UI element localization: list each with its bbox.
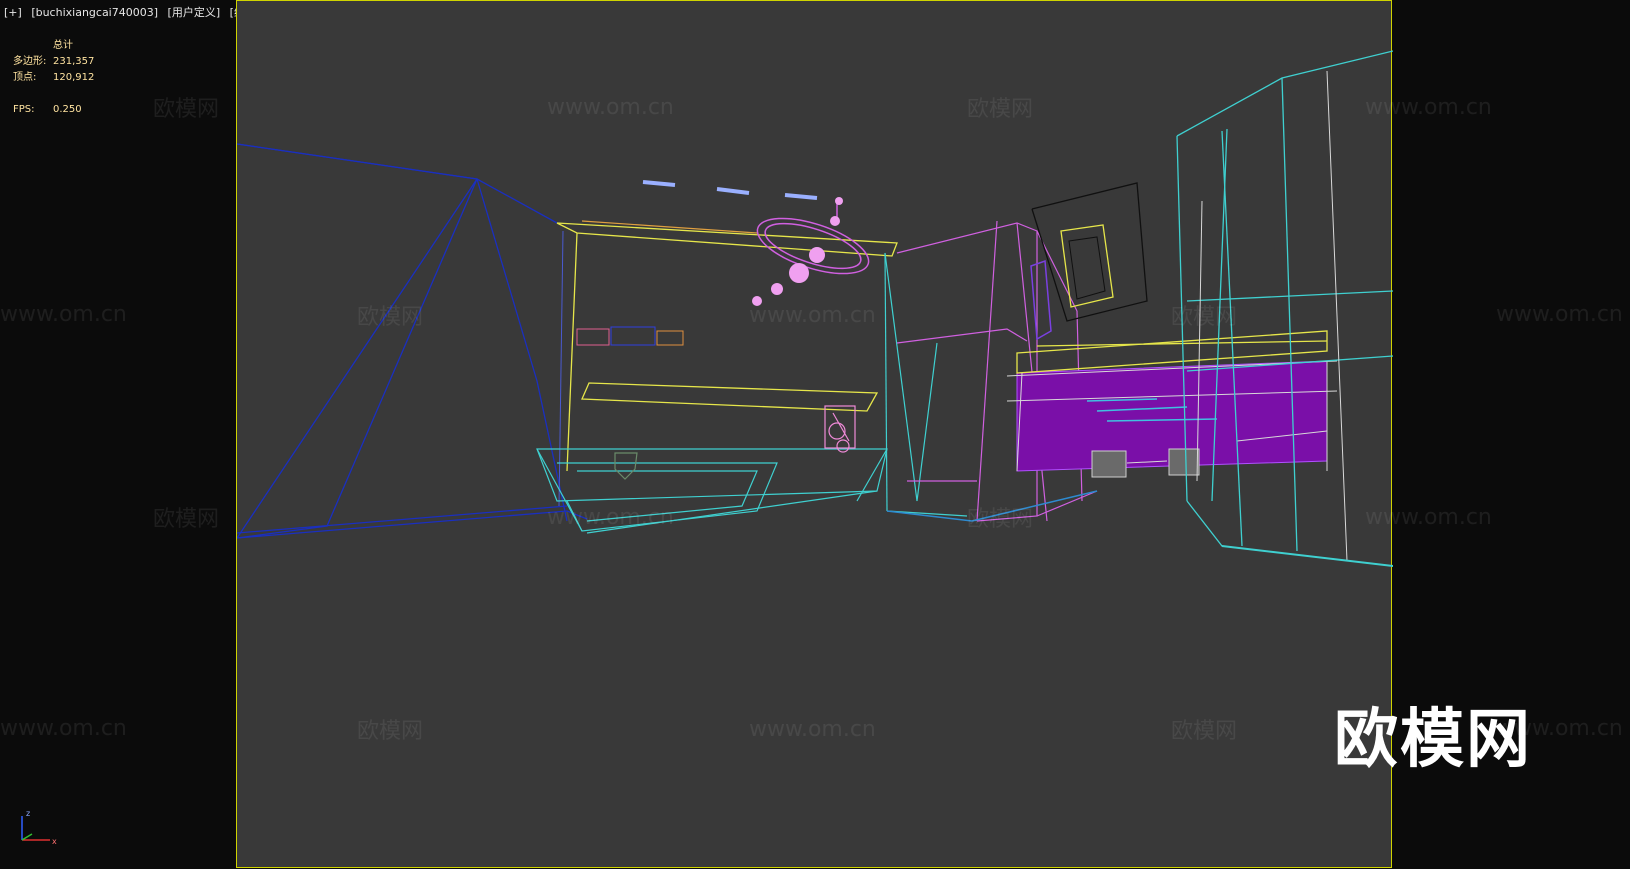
watermark-cn: 欧模网 [357, 305, 424, 330]
brand-logo: 欧模网 [1334, 703, 1532, 777]
gizmo-x-label: x [52, 837, 57, 846]
watermark-cn: 欧模网 [967, 97, 1034, 122]
viewport-menu-plus[interactable]: [+] [4, 6, 22, 19]
watermark-cn: 欧模网 [1171, 719, 1238, 744]
watermark-cn: 欧模网 [1171, 305, 1238, 330]
picture-inner [1068, 236, 1106, 300]
vertices-label: 顶点: [13, 72, 37, 83]
fps-label: FPS: [13, 104, 35, 115]
ceiling-panel [556, 222, 898, 472]
watermark-en: www.om.cn [1365, 505, 1492, 530]
perspective-viewport[interactable]: 欧模网 www.om.cn 欧模网 www.om.cn 欧模网 www.om.c… [153, 0, 1492, 868]
stats-polygons-row: 多边形: 231,357 [13, 54, 94, 70]
watermark-cn: 欧模网 [967, 507, 1034, 532]
gizmo-z-label: z [26, 809, 30, 818]
axis-gizmo-icon: z x [21, 809, 57, 846]
polygons-label: 多边形: [13, 56, 47, 67]
watermark-en: www.om.cn [749, 303, 876, 328]
right-floor-edge [1221, 545, 1393, 567]
side-door [1030, 259, 1052, 341]
fps-value: 0.250 [53, 104, 82, 115]
viewport-label-bar[interactable]: [+] [buchixiangcai740003] [用户定义] [线框] [4, 6, 266, 20]
scene-statistics: 总计 多边形: 231,357 顶点: 120,912 FPS: 0.250 [13, 38, 94, 118]
left-wall-wireframe [237, 143, 588, 539]
watermark-en: www.om.cn [749, 717, 876, 742]
stats-vertices-row: 顶点: 120,912 [13, 70, 94, 86]
watermark-en: www.om.cn [0, 716, 127, 741]
watermark-cn: 欧模网 [153, 507, 220, 532]
ceiling-lights [642, 180, 818, 200]
watermark-en: www.om.cn [1496, 302, 1623, 327]
wall-picture-frame [1060, 224, 1114, 308]
watermark-cn: 欧模网 [357, 719, 424, 744]
ceiling-trim [581, 220, 758, 234]
watermark-en: www.om.cn [1365, 95, 1492, 120]
back-wall-edge [558, 230, 564, 507]
vertices-value: 120,912 [53, 72, 95, 83]
polygons-value: 231,357 [53, 56, 95, 67]
viewport-camera-name[interactable]: [buchixiangcai740003] [31, 6, 158, 19]
chandelier-ring [756, 201, 870, 275]
watermark-cn: 欧模网 [153, 97, 220, 122]
watermark-en: www.om.cn [547, 95, 674, 120]
doorway-frame [1031, 182, 1148, 322]
stats-fps-row: FPS: 0.250 [13, 102, 94, 118]
watermark-en: www.om.cn [547, 505, 674, 530]
decor-sculpture [824, 405, 856, 453]
watermark-en: www.om.cn [0, 302, 127, 327]
3d-viewport-app: [+] [buchixiangcai740003] [用户定义] [线框] 总计… [0, 0, 1630, 868]
viewport-view-mode[interactable]: [用户定义] [168, 6, 221, 19]
corridor-column [884, 252, 968, 517]
stats-title: 总计 [53, 40, 73, 51]
wall-sign [576, 326, 684, 346]
reception-shelf [581, 382, 879, 412]
